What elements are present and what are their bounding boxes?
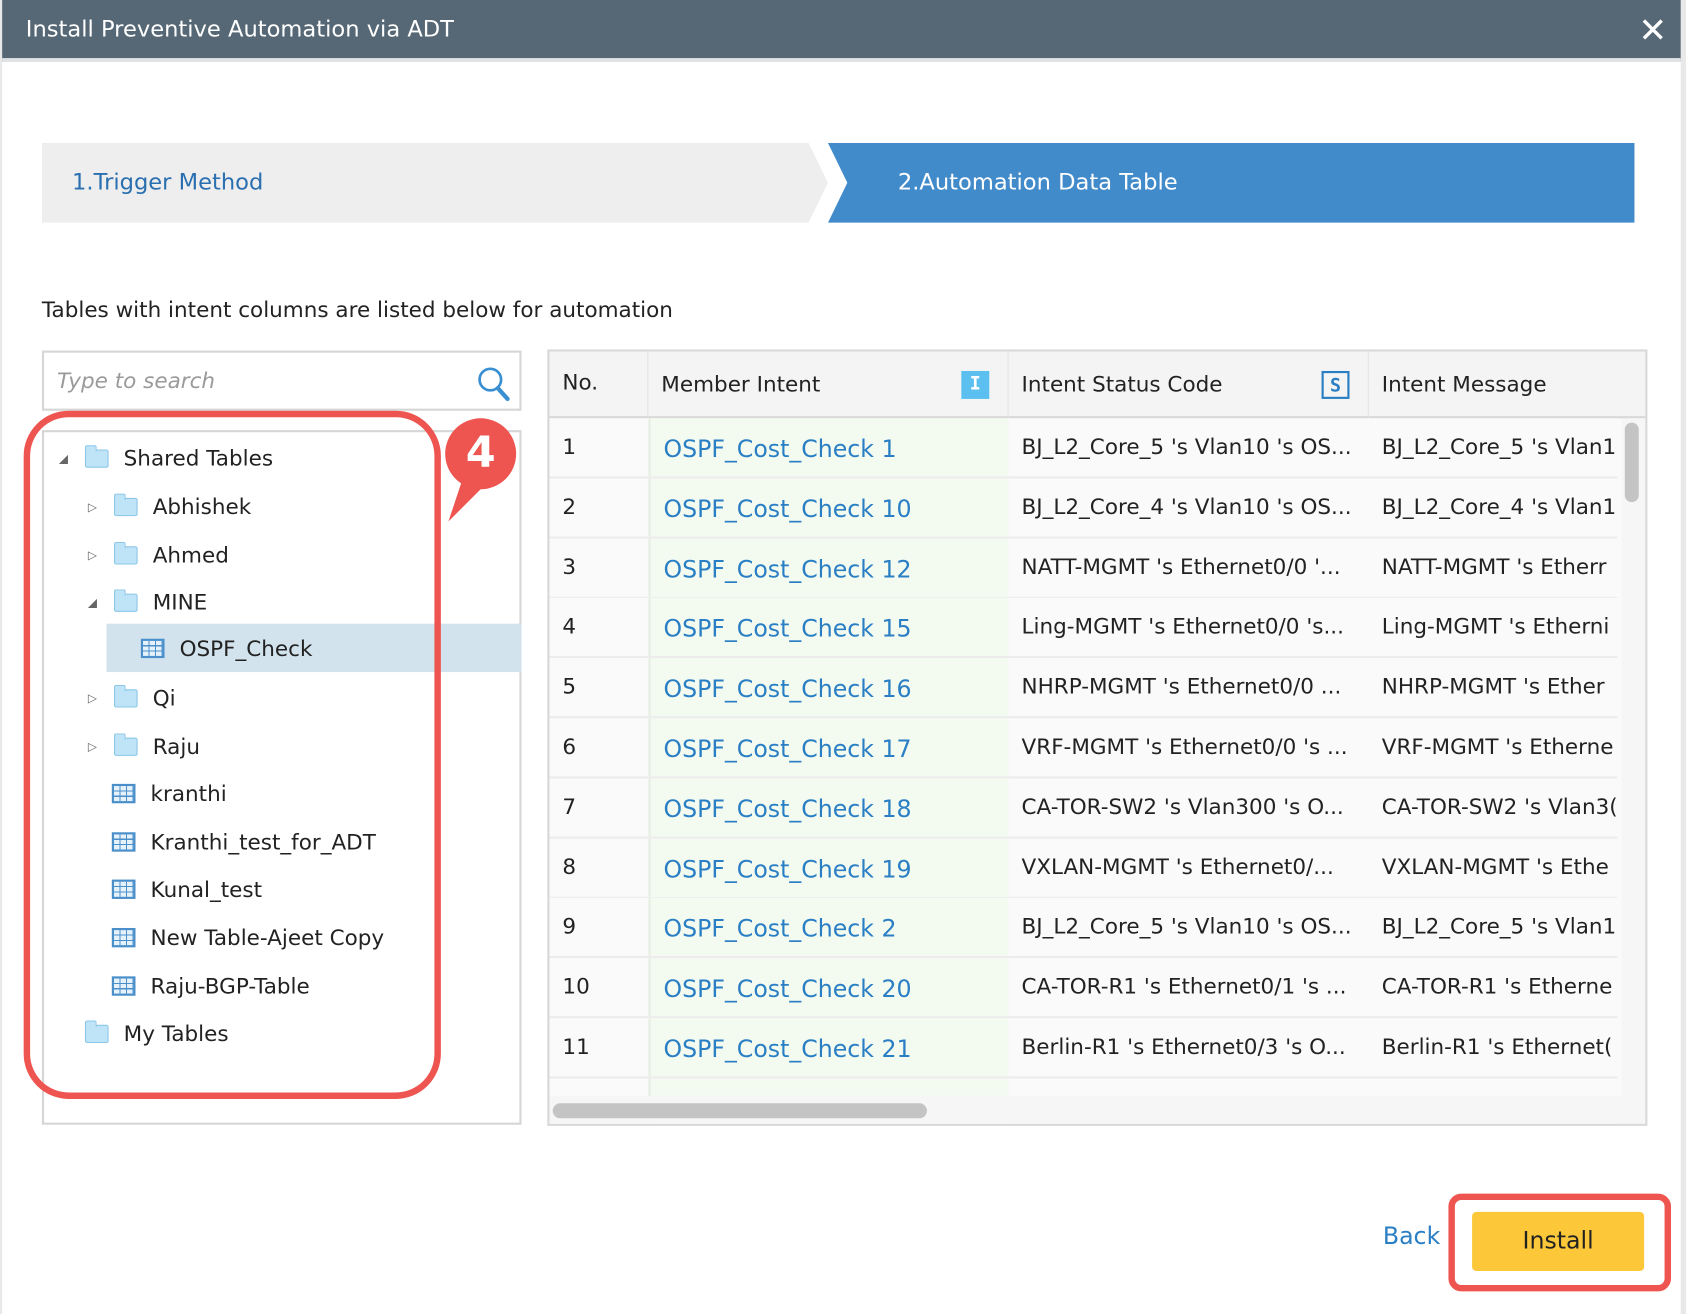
- table-row[interactable]: 3 OSPF_Cost_Check 12 NATT-MGMT 's Ethernet…: [549, 538, 1618, 599]
- cell-intent-message: VXLAN-MGMT 's Ethe: [1381, 853, 1609, 880]
- header-no[interactable]: No.: [549, 351, 649, 419]
- header-label: Member Intent: [661, 370, 821, 397]
- cell-member-intent[interactable]: OSPF_Cost_Check 17: [648, 718, 1009, 777]
- horizontal-scroll-thumb[interactable]: [552, 1103, 927, 1119]
- cell-intent-message: VRF-MGMT 's Etherne: [1381, 733, 1614, 760]
- search-icon[interactable]: [476, 366, 510, 403]
- description-text: Tables with intent columns are listed be…: [41, 296, 673, 323]
- stage: Install Preventive Automation via ADT ✕ …: [0, 0, 1686, 1314]
- cell-no: 10: [562, 973, 590, 1000]
- data-table: No. Member Intent I Intent Status Code S…: [547, 349, 1648, 1126]
- table-row[interactable]: 7 OSPF_Cost_Check 18 CA-TOR-SW2 's Vlan300…: [549, 778, 1618, 839]
- cell-no: 1: [562, 433, 577, 460]
- cell-intent-message: Ling-MGMT 's Etherni: [1381, 613, 1610, 640]
- cell-member-intent[interactable]: OSPF_Cost_Check 18: [648, 778, 1009, 837]
- cell-member-intent[interactable]: OSPF_Cost_Check 2: [648, 898, 1009, 957]
- vertical-scroll-thumb[interactable]: [1624, 422, 1639, 503]
- install-dialog: Install Preventive Automation via ADT ✕ …: [2, 0, 1681, 1314]
- cell-no: 3: [562, 553, 577, 580]
- install-button[interactable]: Install: [1472, 1211, 1645, 1272]
- cell-member-intent[interactable]: OSPF_Cost_Check 21: [648, 1018, 1009, 1077]
- table-row[interactable]: 6 OSPF_Cost_Check 17 VRF-MGMT 's Ethernet0…: [549, 718, 1618, 779]
- cell-intent-message: CA-TOR-SW2 's Vlan3(: [1381, 793, 1618, 820]
- cell-intent-message: Berlin-R1 's Ethernet(: [1381, 1033, 1613, 1060]
- cell-intent-message: NATT-MGMT 's Etherr: [1381, 553, 1607, 580]
- cell-member-intent[interactable]: OSPF_Cost_Check 15: [648, 598, 1009, 657]
- cell-status-code: VXLAN-MGMT 's Ethernet0/...: [1021, 853, 1334, 880]
- header-intent-message[interactable]: Intent Message: [1368, 351, 1646, 419]
- cell-intent-message: BJ_L2_Core_5 's Vlan1: [1381, 433, 1617, 460]
- cell-status-code: CA-TOR-R1 's Ethernet0/1 's ...: [1021, 973, 1347, 1000]
- step-trigger-method[interactable]: 1.Trigger Method: [72, 169, 263, 195]
- cell-no: 7: [562, 793, 577, 820]
- cell-intent-message: NHRP-MGMT 's Ether: [1381, 673, 1605, 700]
- cell-status-code: BJ_L2_Core_4 's Vlan10 's OS...: [1021, 493, 1352, 520]
- table-row[interactable]: 1 OSPF_Cost_Check 1 BJ_L2_Core_5 's Vlan10…: [549, 418, 1618, 479]
- annotation-number: 4: [465, 427, 496, 478]
- cell-status-code: BJ_L2_Core_5 's Vlan10 's OS...: [1021, 433, 1352, 460]
- cell-no: 2: [562, 493, 577, 520]
- cell-intent-message: CA-TOR-R1 's Etherne: [1381, 973, 1613, 1000]
- cell-status-code: Berlin-R1 's Ethernet0/3 's O...: [1021, 1033, 1346, 1060]
- step-wizard: [41, 143, 1635, 223]
- cell-no: 9: [562, 913, 577, 940]
- cell-status-code: Ling-MGMT 's Ethernet0/0 's...: [1021, 613, 1344, 640]
- table-row[interactable]: 5 OSPF_Cost_Check 16 NHRP-MGMT 's Ethernet…: [549, 658, 1618, 719]
- cell-status-code: NHRP-MGMT 's Ethernet0/0 ...: [1021, 673, 1342, 700]
- horizontal-scrollbar[interactable]: [549, 1095, 1646, 1124]
- step-automation-data-table[interactable]: 2.Automation Data Table: [898, 169, 1178, 195]
- cell-no: 11: [562, 1033, 590, 1060]
- back-button[interactable]: Back: [1383, 1224, 1440, 1251]
- dialog-title: Install Preventive Automation via ADT: [25, 16, 454, 42]
- search-box: [41, 350, 522, 411]
- cell-no: 4: [562, 613, 577, 640]
- cell-member-intent[interactable]: OSPF_Cost_Check 1: [648, 418, 1009, 477]
- header-member-intent[interactable]: Member Intent: [648, 351, 1009, 419]
- cell-intent-message: BJ_L2_Core_4 's Vlan1: [1381, 493, 1617, 520]
- cell-no: 6: [562, 733, 577, 760]
- table-row[interactable]: 11 OSPF_Cost_Check 21 Berlin-R1 's Etherne…: [549, 1018, 1618, 1079]
- close-icon[interactable]: ✕: [1634, 9, 1671, 52]
- vertical-scrollbar[interactable]: [1621, 418, 1646, 1096]
- cell-status-code: VRF-MGMT 's Ethernet0/0 's ...: [1021, 733, 1348, 760]
- cell-no: 8: [562, 853, 577, 880]
- cell-member-intent[interactable]: OSPF_Cost_Check 12: [648, 538, 1009, 597]
- annotation-highlight: [23, 410, 441, 1099]
- header-label: Intent Status Code: [1021, 370, 1223, 397]
- table-row[interactable]: 8 OSPF_Cost_Check 19 VXLAN-MGMT 's Etherne…: [549, 838, 1618, 899]
- intent-column-icon: I: [961, 370, 990, 399]
- header-intent-status-code[interactable]: Intent Status Code: [1008, 351, 1369, 419]
- status-column-icon: S: [1321, 370, 1350, 399]
- cell-status-code: CA-TOR-SW2 's Vlan300 's O...: [1021, 793, 1344, 820]
- cell-status-code: BJ_L2_Core_5 's Vlan10 's OS...: [1021, 913, 1352, 940]
- search-input[interactable]: [56, 363, 466, 398]
- cell-no: 5: [562, 673, 577, 700]
- title-bar: Install Preventive Automation via ADT ✕: [2, 0, 1681, 62]
- cell-intent-message: BJ_L2_Core_5 's Vlan1: [1381, 913, 1617, 940]
- cell-member-intent[interactable]: OSPF_Cost_Check 19: [648, 838, 1009, 897]
- table-row[interactable]: 9 OSPF_Cost_Check 2 BJ_L2_Core_5 's Vlan10…: [549, 898, 1618, 959]
- table-row[interactable]: 2 OSPF_Cost_Check 10 BJ_L2_Core_4 's Vlan1…: [549, 478, 1618, 539]
- cell-status-code: NATT-MGMT 's Ethernet0/0 '...: [1021, 553, 1341, 580]
- cell-member-intent[interactable]: OSPF_Cost_Check 20: [648, 958, 1009, 1017]
- table-row[interactable]: 10 OSPF_Cost_Check 20 CA-TOR-R1 's Etherne…: [549, 958, 1618, 1019]
- cell-member-intent[interactable]: OSPF_Cost_Check 16: [648, 658, 1009, 717]
- table-row[interactable]: 4 OSPF_Cost_Check 15 Ling-MGMT 's Ethernet…: [549, 598, 1618, 659]
- cell-member-intent[interactable]: OSPF_Cost_Check 10: [648, 478, 1009, 537]
